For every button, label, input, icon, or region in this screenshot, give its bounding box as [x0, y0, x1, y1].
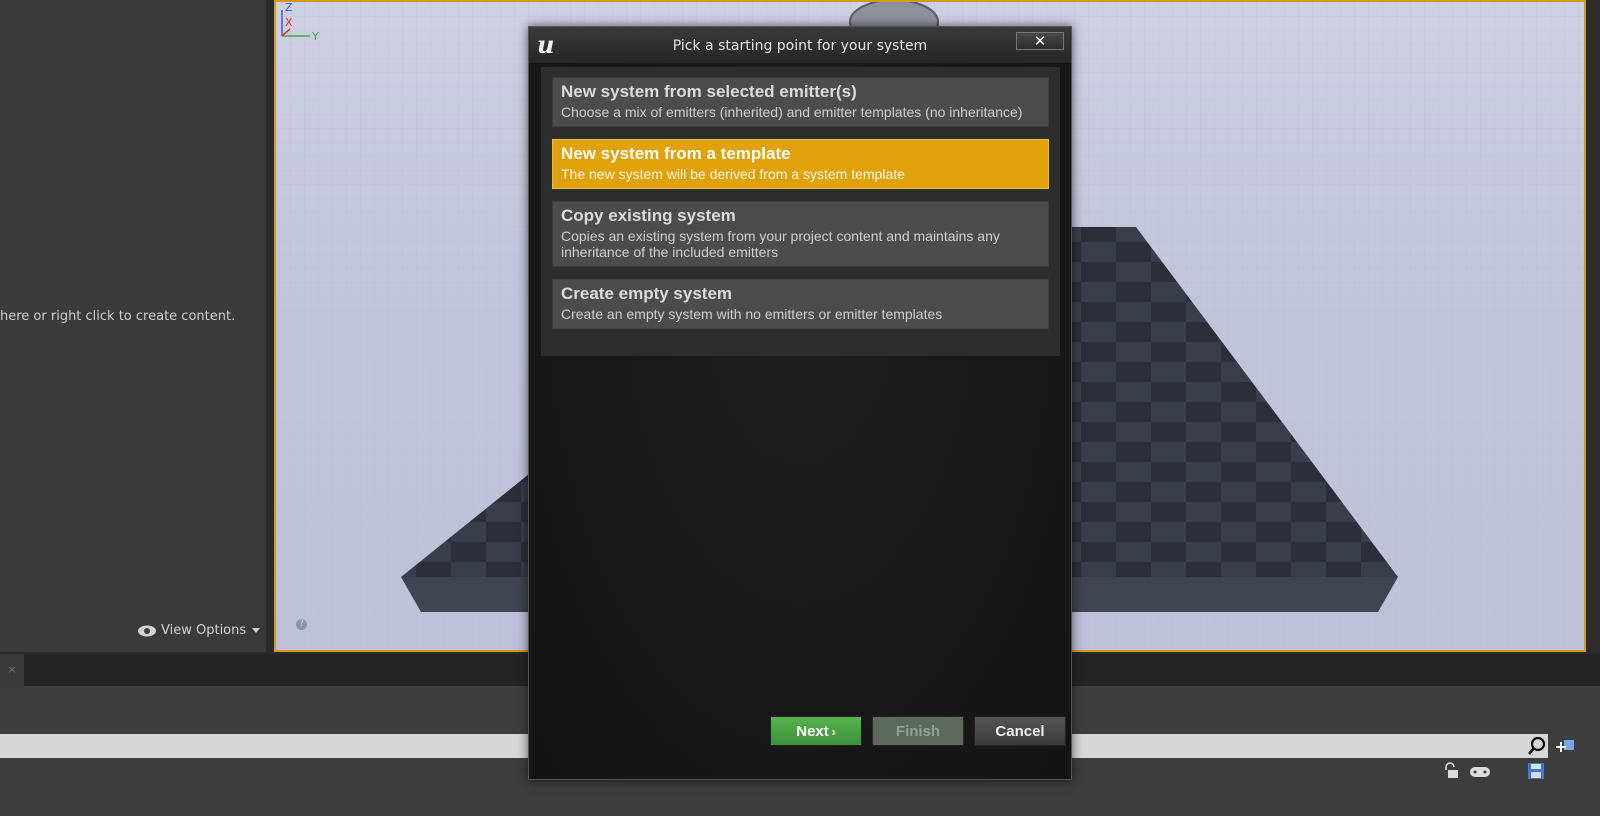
finish-button[interactable]: Finish: [872, 716, 964, 746]
view-options-label: View Options: [161, 623, 247, 638]
chevron-down-icon: [252, 628, 261, 633]
eye-icon: [138, 625, 156, 636]
option-from-selected-emitters[interactable]: New system from selected emitter(s) Choo…: [552, 77, 1049, 127]
option-title: Create empty system: [561, 284, 733, 303]
option-description: Copies an existing system from your proj…: [561, 228, 1000, 260]
gamepad-icon[interactable]: [1468, 764, 1492, 780]
axis-y-label: Y: [311, 30, 319, 42]
close-button[interactable]: ✕: [1016, 32, 1064, 50]
axis-z-label: Z: [285, 2, 293, 14]
option-description: Create an empty system with no emitters …: [561, 306, 943, 322]
empty-content-hint: here or right click to create content.: [0, 309, 236, 324]
option-title: Copy existing system: [561, 206, 736, 225]
option-title: New system from selected emitter(s): [561, 82, 857, 101]
content-browser-panel[interactable]: here or right click to create content. V…: [0, 0, 268, 652]
add-filter-icon[interactable]: [1554, 736, 1578, 756]
dialog-titlebar[interactable]: u Pick a starting point for your system …: [529, 27, 1071, 63]
option-create-empty-system[interactable]: Create empty system Create an empty syst…: [552, 279, 1049, 329]
cancel-button[interactable]: Cancel: [974, 716, 1066, 746]
axis-gizmo-icon: Z X Y: [281, 2, 319, 42]
view-options-button[interactable]: View Options: [137, 623, 261, 638]
dialog-title: Pick a starting point for your system: [672, 38, 928, 54]
starting-point-options-list: New system from selected emitter(s) Choo…: [541, 67, 1060, 356]
option-copy-existing-system[interactable]: Copy existing system Copies an existing …: [552, 201, 1049, 267]
save-icon[interactable]: [1527, 762, 1545, 780]
tab-close-button[interactable]: ×: [0, 654, 24, 686]
search-icon[interactable]: [1527, 736, 1547, 756]
next-button[interactable]: Next ›: [770, 716, 862, 746]
option-title: New system from a template: [561, 144, 791, 163]
next-button-label: Next: [796, 723, 829, 740]
option-from-template[interactable]: New system from a template The new syste…: [552, 139, 1049, 189]
help-icon[interactable]: ?: [296, 619, 307, 630]
option-description: Choose a mix of emitters (inherited) and…: [561, 104, 1023, 120]
dialog-body: New system from selected emitter(s) Choo…: [529, 63, 1071, 779]
chevron-right-icon: ›: [831, 725, 836, 739]
option-description: The new system will be derived from a sy…: [561, 166, 905, 182]
unlock-icon[interactable]: [1442, 762, 1460, 780]
new-system-wizard-dialog: u Pick a starting point for your system …: [528, 26, 1072, 780]
axis-x-label: X: [285, 16, 293, 29]
